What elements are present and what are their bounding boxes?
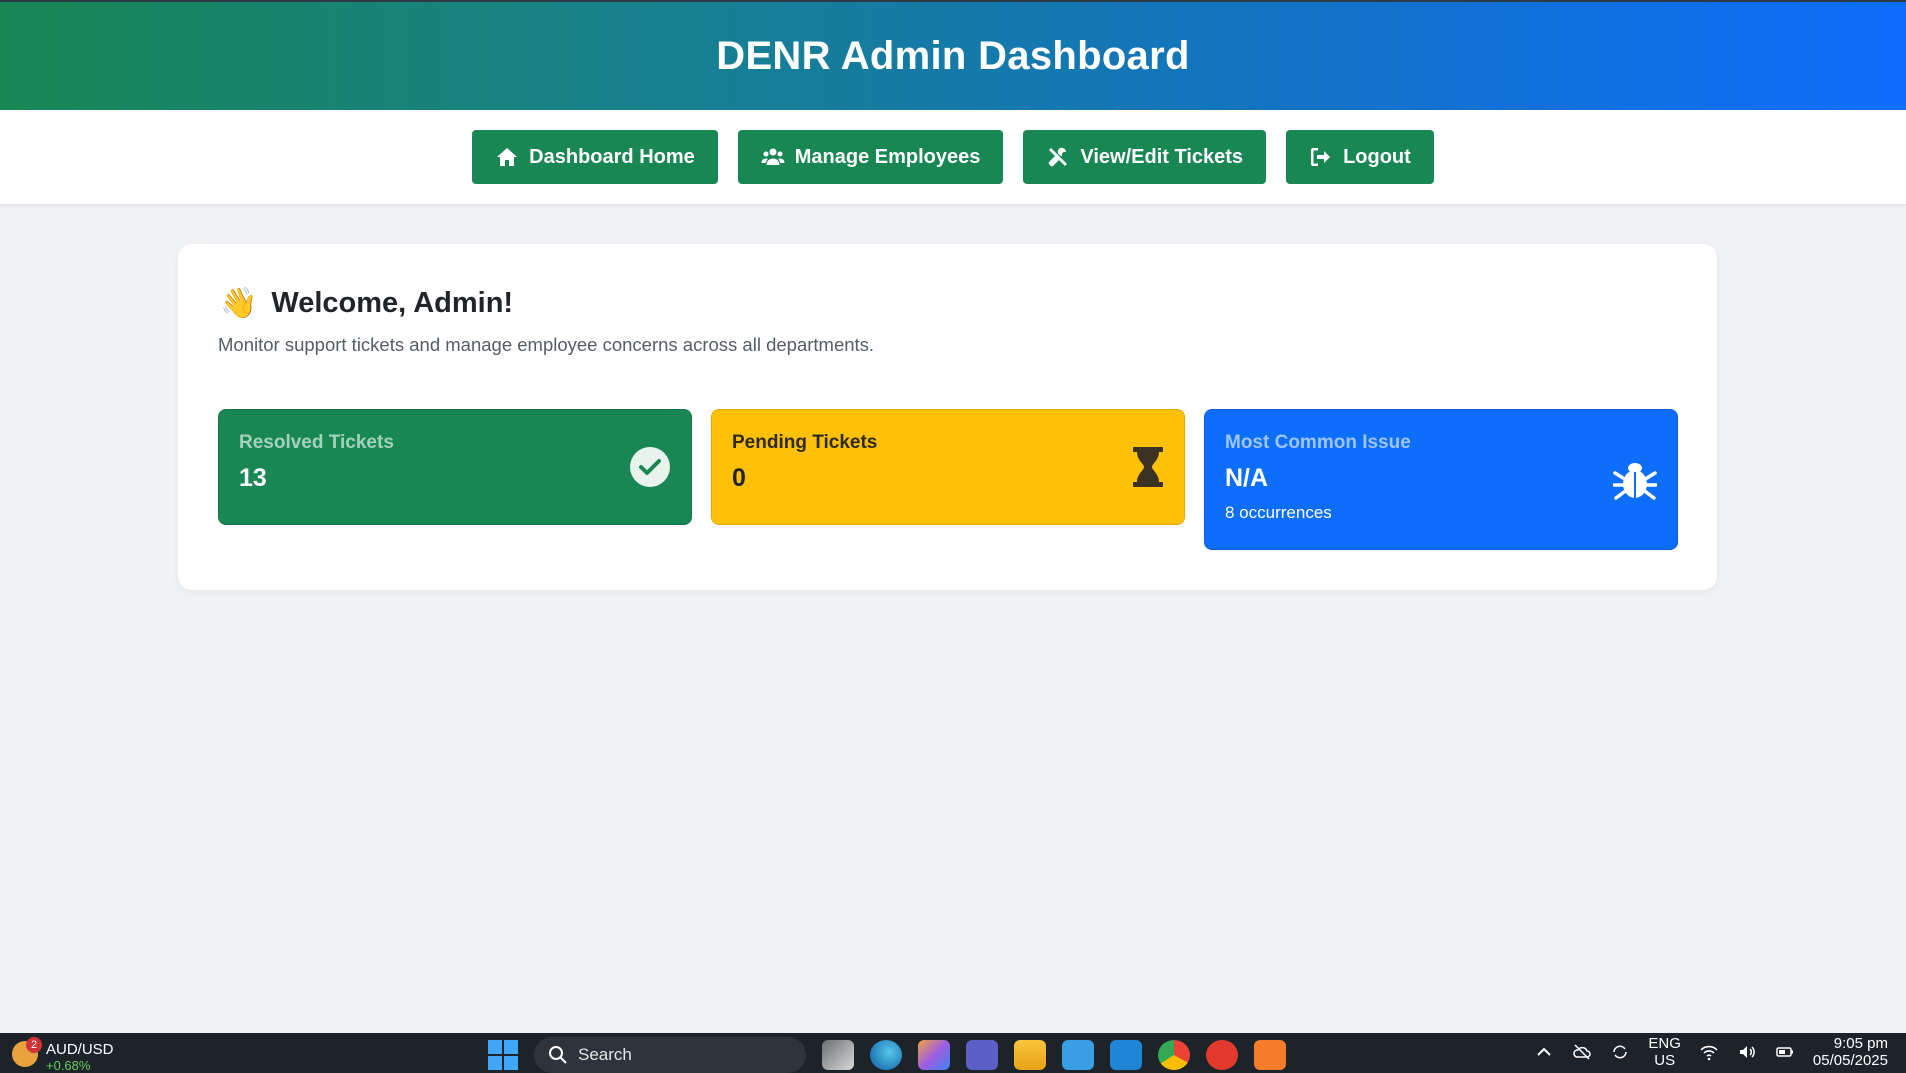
xampp-icon[interactable]: [1254, 1040, 1286, 1070]
pending-tickets-value: 0: [732, 464, 746, 492]
resolved-tickets-label: Resolved Tickets: [239, 432, 394, 453]
bug-icon: [1613, 463, 1657, 500]
currency-widget[interactable]: 2 AUD/USD +0.68%: [12, 1037, 114, 1073]
most-common-issue-occurrences: 8 occurrences: [1225, 503, 1332, 522]
language-indicator[interactable]: ENG US: [1648, 1035, 1681, 1069]
users-icon: [761, 148, 785, 165]
hourglass-icon: [1133, 447, 1163, 487]
system-clock[interactable]: 9:05 pm 05/05/2025: [1813, 1035, 1888, 1069]
copilot-icon[interactable]: [918, 1040, 950, 1070]
logout-button[interactable]: Logout: [1286, 130, 1434, 184]
home-icon: [497, 148, 518, 166]
currency-change: +0.68%: [46, 1058, 91, 1073]
wps-office-icon[interactable]: [1206, 1040, 1238, 1070]
most-common-issue-label: Most Common Issue: [1225, 432, 1411, 453]
task-view-icon[interactable]: [822, 1040, 854, 1070]
check-circle-icon: [630, 447, 670, 487]
search-placeholder: Search: [578, 1045, 632, 1064]
battery-icon[interactable]: [1775, 1042, 1795, 1062]
vscode-icon[interactable]: [1110, 1040, 1142, 1070]
system-tray: ENG US 9:05 pm 05/05/2025: [1534, 1035, 1888, 1069]
currency-pair: AUD/USD: [46, 1041, 114, 1058]
file-explorer-icon[interactable]: [1014, 1040, 1046, 1070]
welcome-heading: 👋 Welcome, Admin!: [220, 286, 513, 321]
app-header: DENR Admin Dashboard: [0, 0, 1906, 110]
tools-icon: [1049, 147, 1068, 167]
welcome-card: 👋 Welcome, Admin! Monitor support ticket…: [178, 244, 1717, 590]
nav-bar: Dashboard Home Manage Employees View/Edi…: [0, 110, 1906, 204]
pending-tickets-card: Pending Tickets 0: [711, 409, 1185, 525]
edge-browser-icon[interactable]: [870, 1040, 902, 1070]
taskbar-apps: Search: [488, 1037, 1286, 1073]
pending-tickets-label: Pending Tickets: [732, 432, 878, 453]
keyboard-region: US: [1654, 1052, 1676, 1069]
most-common-issue-card: Most Common Issue N/A 8 occurrences: [1204, 409, 1678, 550]
logout-label: Logout: [1343, 145, 1411, 168]
page-title: DENR Admin Dashboard: [716, 33, 1190, 78]
os-taskbar: 2 AUD/USD +0.68% Search ENG US 9:05 pm 0…: [0, 1033, 1906, 1073]
volume-icon[interactable]: [1737, 1042, 1757, 1062]
cloud-off-icon[interactable]: [1572, 1042, 1592, 1062]
notepad-icon[interactable]: [1062, 1040, 1094, 1070]
dashboard-home-button[interactable]: Dashboard Home: [472, 130, 718, 184]
windows-start-icon[interactable]: [488, 1040, 518, 1070]
logout-icon: [1311, 148, 1331, 166]
notification-badge: 2: [26, 1037, 42, 1053]
view-edit-tickets-button[interactable]: View/Edit Tickets: [1023, 130, 1267, 184]
resolved-tickets-value: 13: [239, 464, 267, 492]
manage-employees-button[interactable]: Manage Employees: [737, 130, 1004, 184]
welcome-subtitle: Monitor support tickets and manage emplo…: [218, 334, 875, 355]
dashboard-home-label: Dashboard Home: [529, 145, 695, 168]
resolved-tickets-card: Resolved Tickets 13: [218, 409, 692, 525]
sync-icon[interactable]: [1610, 1042, 1630, 1062]
welcome-title: Welcome, Admin!: [271, 287, 514, 319]
chrome-icon[interactable]: [1158, 1040, 1190, 1070]
taskbar-search[interactable]: Search: [534, 1037, 806, 1073]
most-common-issue-value: N/A: [1225, 464, 1269, 492]
clock-date: 05/05/2025: [1812, 1052, 1888, 1069]
teams-icon[interactable]: [966, 1040, 998, 1070]
wifi-icon[interactable]: [1699, 1042, 1719, 1062]
search-icon: [549, 1046, 567, 1064]
manage-employees-label: Manage Employees: [794, 145, 981, 168]
view-edit-tickets-label: View/Edit Tickets: [1080, 145, 1244, 168]
coins-icon: 2: [12, 1037, 42, 1067]
chevron-up-icon[interactable]: [1534, 1042, 1554, 1062]
clock-time: 9:05 pm: [1833, 1035, 1888, 1052]
language-code: ENG: [1648, 1035, 1681, 1052]
wave-emoji-icon: 👋: [220, 287, 258, 320]
